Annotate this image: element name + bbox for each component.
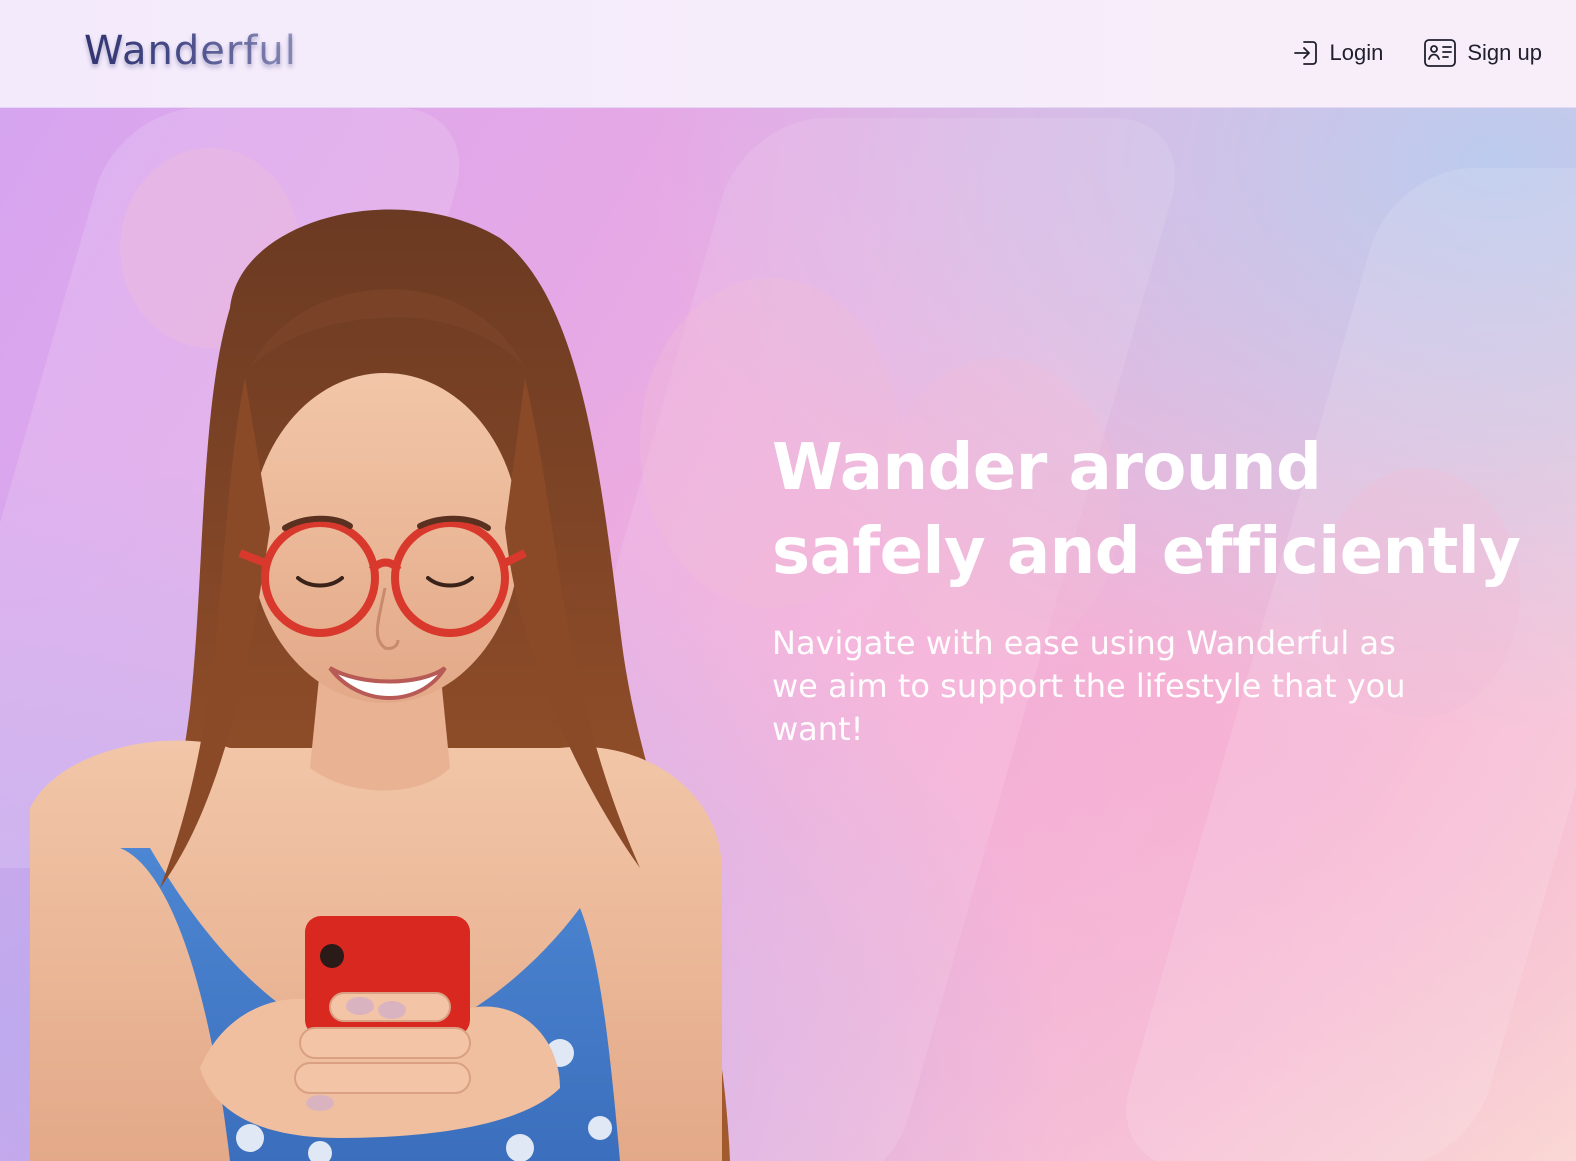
wanderful-logo[interactable]: Wanderful [84,28,297,74]
sign-up-label: Sign up [1467,40,1542,65]
login-label: Login [1329,40,1384,65]
hero-headline-line1: Wander around [772,431,1322,505]
login-icon [1292,39,1320,67]
hero-section: Wander around safely and efficiently Nav… [0,108,1576,1161]
woman-smiling-at-phone-photo [30,209,730,1161]
hero-copy: Wander around safely and efficiently Nav… [772,426,1552,751]
hero-headline: Wander around safely and efficiently [772,426,1552,594]
login-link[interactable]: Login [1292,39,1384,67]
id-card-icon [1423,38,1457,68]
hero-headline-line2: safely and efficiently [772,515,1521,589]
top-navigation-bar: Wanderful Login Sign up [0,0,1576,108]
hero-subtext: Navigate with ease using Wanderful as we… [772,624,1406,748]
header-nav: Login Sign up [1292,38,1542,68]
sign-up-link[interactable]: Sign up [1423,38,1542,68]
